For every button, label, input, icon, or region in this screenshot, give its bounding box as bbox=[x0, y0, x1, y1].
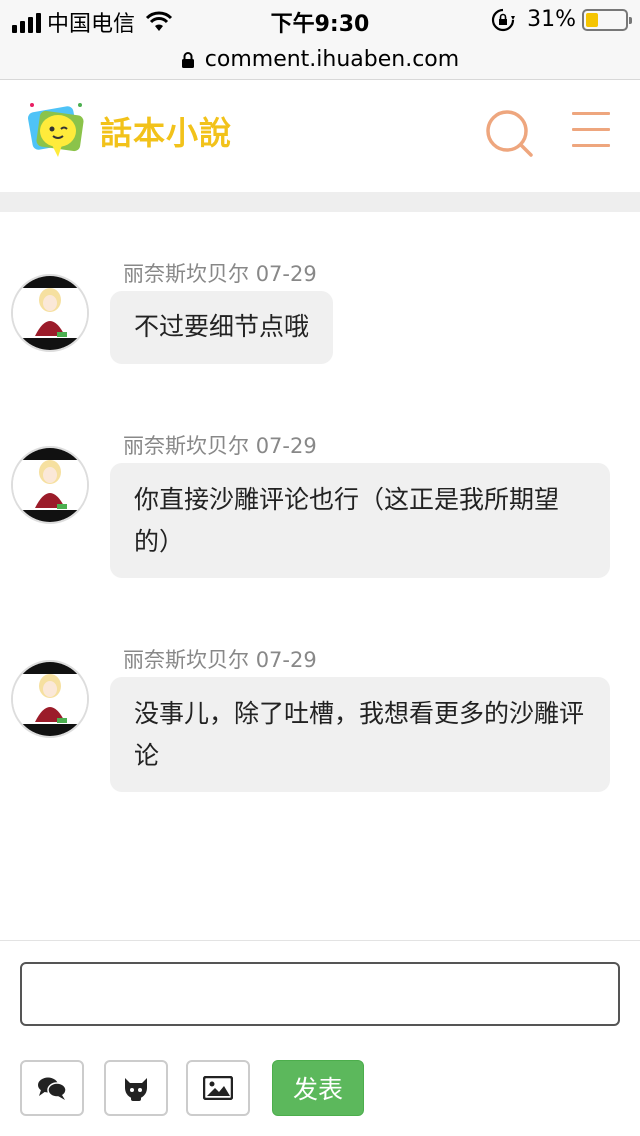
comment-meta: 丽奈斯坎贝尔 07-29 bbox=[123, 430, 317, 460]
status-right: 31% bbox=[491, 7, 632, 32]
comment-bubbles-icon bbox=[38, 1077, 67, 1100]
avatar-image bbox=[13, 448, 87, 522]
carrier-name: 中国电信 bbox=[47, 12, 136, 37]
comment-author: 丽奈斯坎贝尔 bbox=[123, 648, 249, 672]
comment-bubble: 没事儿，除了吐槽，我想看更多的沙雕评论 bbox=[110, 677, 610, 792]
comment-bubble: 你直接沙雕评论也行（这正是我所期望的） bbox=[110, 463, 610, 578]
status-left: 中国电信 bbox=[12, 6, 173, 38]
menu-icon-bar bbox=[572, 128, 610, 131]
menu-button[interactable] bbox=[572, 112, 614, 152]
status-bar: 中国电信 下午9:30 31% bbox=[0, 0, 640, 40]
github-icon bbox=[125, 1078, 147, 1101]
mascot-logo-icon bbox=[28, 103, 84, 157]
search-icon bbox=[486, 110, 533, 157]
battery-percent: 31% bbox=[527, 7, 576, 32]
rotation-lock-icon bbox=[492, 8, 516, 31]
battery-level bbox=[586, 12, 598, 27]
comment-text: 没事儿，除了吐槽，我想看更多的沙雕评论 bbox=[134, 699, 585, 770]
site-logo[interactable]: 話本小說 bbox=[24, 98, 254, 164]
image-icon bbox=[203, 1076, 233, 1100]
comment-bubble: 不过要细节点哦 bbox=[110, 291, 334, 364]
comment-date: 07-29 bbox=[255, 262, 317, 286]
menu-icon-bar bbox=[572, 112, 610, 115]
avatar[interactable] bbox=[11, 660, 89, 738]
battery-icon bbox=[582, 8, 632, 31]
comment-author: 丽奈斯坎贝尔 bbox=[123, 262, 249, 286]
wifi-icon bbox=[145, 11, 173, 31]
comments-button[interactable] bbox=[20, 1060, 84, 1116]
comment-date: 07-29 bbox=[255, 648, 317, 672]
avatar-image bbox=[13, 276, 87, 350]
menu-icon-bar bbox=[572, 144, 610, 147]
padlock-icon bbox=[181, 51, 194, 68]
comment-meta: 丽奈斯坎贝尔 07-29 bbox=[123, 258, 317, 288]
avatar[interactable] bbox=[11, 446, 89, 524]
composer-divider bbox=[0, 940, 640, 941]
header-divider bbox=[0, 192, 640, 212]
comment-text: 你直接沙雕评论也行（这正是我所期望的） bbox=[134, 485, 560, 556]
avatar-image bbox=[13, 662, 87, 736]
comment-author: 丽奈斯坎贝尔 bbox=[123, 434, 249, 458]
search-button[interactable] bbox=[484, 108, 534, 158]
site-header: 話本小說 bbox=[0, 80, 640, 192]
signal-icon bbox=[12, 11, 41, 33]
avatar[interactable] bbox=[11, 274, 89, 352]
submit-button[interactable]: 发表 bbox=[272, 1060, 364, 1116]
github-button[interactable] bbox=[104, 1060, 168, 1116]
url-text: comment.ihuaben.com bbox=[204, 47, 460, 72]
image-button[interactable] bbox=[186, 1060, 250, 1116]
comment-input[interactable] bbox=[20, 962, 620, 1026]
comment-text: 不过要细节点哦 bbox=[134, 312, 310, 341]
url-bar[interactable]: comment.ihuaben.com bbox=[0, 40, 640, 80]
comment-date: 07-29 bbox=[255, 434, 317, 458]
comment-meta: 丽奈斯坎贝尔 07-29 bbox=[123, 644, 317, 674]
logo-text: 話本小說 bbox=[100, 114, 233, 152]
